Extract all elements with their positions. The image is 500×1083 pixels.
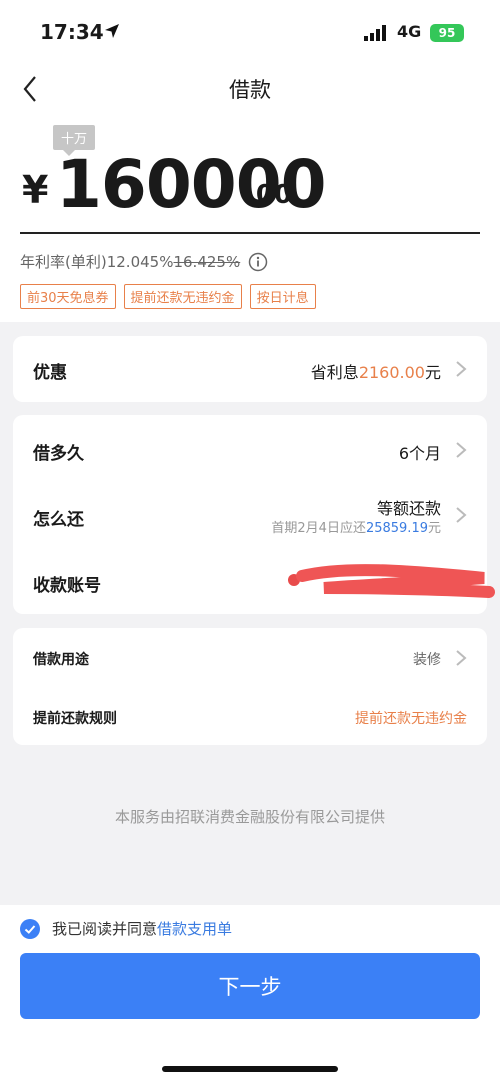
loan-amount-decimal: .00 bbox=[246, 180, 293, 210]
agreement-text: 我已阅读并同意 bbox=[52, 920, 158, 938]
amount-underline bbox=[20, 232, 480, 234]
discount-prefix: 省利息 bbox=[310, 363, 359, 382]
repay-note-prefix: 首期2月4日应还 bbox=[271, 521, 366, 536]
tag-interest-free: 前30天免息券 bbox=[20, 284, 116, 309]
tag-no-penalty: 提前还款无违约金 bbox=[123, 284, 242, 309]
chevron-right-icon bbox=[456, 361, 467, 377]
discount-amount: 2160.00 bbox=[358, 363, 425, 382]
discount-label: 优惠 bbox=[33, 363, 67, 383]
repay-value[interactable]: 等额还款 bbox=[377, 495, 441, 519]
interest-rate-row: 年利率(单利) 12.045% 16.425% bbox=[20, 251, 268, 272]
tag-daily-interest: 按日计息 bbox=[249, 284, 316, 309]
redacted-account-value bbox=[288, 564, 495, 598]
status-time: 17:34 bbox=[40, 20, 104, 44]
account-label: 收款账号 bbox=[33, 576, 101, 596]
purpose-card: 借款用途 装修 提前还款规则 提前还款无违约金 bbox=[13, 628, 487, 745]
chevron-right-icon[interactable] bbox=[455, 506, 467, 524]
term-value[interactable]: 6个月 bbox=[399, 440, 441, 464]
purpose-value[interactable]: 装修 bbox=[413, 649, 441, 669]
purpose-label: 借款用途 bbox=[33, 652, 89, 668]
prepay-value: 提前还款无违约金 bbox=[355, 711, 467, 727]
location-arrow-icon bbox=[105, 24, 119, 38]
info-icon[interactable] bbox=[248, 252, 268, 272]
feature-tags: 前30天免息券 提前还款无违约金 按日计息 bbox=[20, 284, 316, 309]
checkbox-checked-icon[interactable] bbox=[20, 918, 40, 939]
home-indicator bbox=[162, 1066, 338, 1072]
chevron-right-icon[interactable] bbox=[455, 649, 467, 667]
discount-value: 省利息2160.00元 bbox=[311, 359, 441, 383]
currency-symbol: ¥ bbox=[22, 168, 49, 212]
battery-icon: 95 bbox=[430, 24, 464, 42]
repay-label: 怎么还 bbox=[33, 510, 84, 530]
discount-suffix: 元 bbox=[424, 363, 441, 382]
network-type: 4G bbox=[397, 22, 422, 41]
discount-card[interactable]: 优惠 省利息2160.00元 bbox=[13, 336, 487, 402]
rate-current: 12.045% bbox=[106, 252, 174, 271]
battery-level: 95 bbox=[438, 26, 456, 40]
next-button[interactable]: 下一步 bbox=[20, 953, 480, 1019]
chevron-right-icon[interactable] bbox=[455, 441, 467, 459]
repay-note-amount: 25859.19 bbox=[365, 521, 428, 536]
agreement-row[interactable]: 我已阅读并同意 借款支用单 bbox=[20, 918, 232, 939]
prepay-label: 提前还款规则 bbox=[33, 711, 117, 727]
signal-icon bbox=[364, 25, 386, 41]
repay-note: 首期2月4日应还25859.19元 bbox=[271, 517, 441, 536]
term-label: 借多久 bbox=[33, 444, 84, 464]
rate-label: 年利率(单利) bbox=[20, 253, 107, 271]
rate-original: 16.425% bbox=[173, 252, 241, 271]
page-title: 借款 bbox=[229, 78, 271, 102]
provider-note: 本服务由招联消费金融股份有限公司提供 bbox=[114, 808, 385, 826]
repay-note-suffix: 元 bbox=[427, 521, 441, 536]
agreement-link[interactable]: 借款支用单 bbox=[157, 918, 232, 939]
